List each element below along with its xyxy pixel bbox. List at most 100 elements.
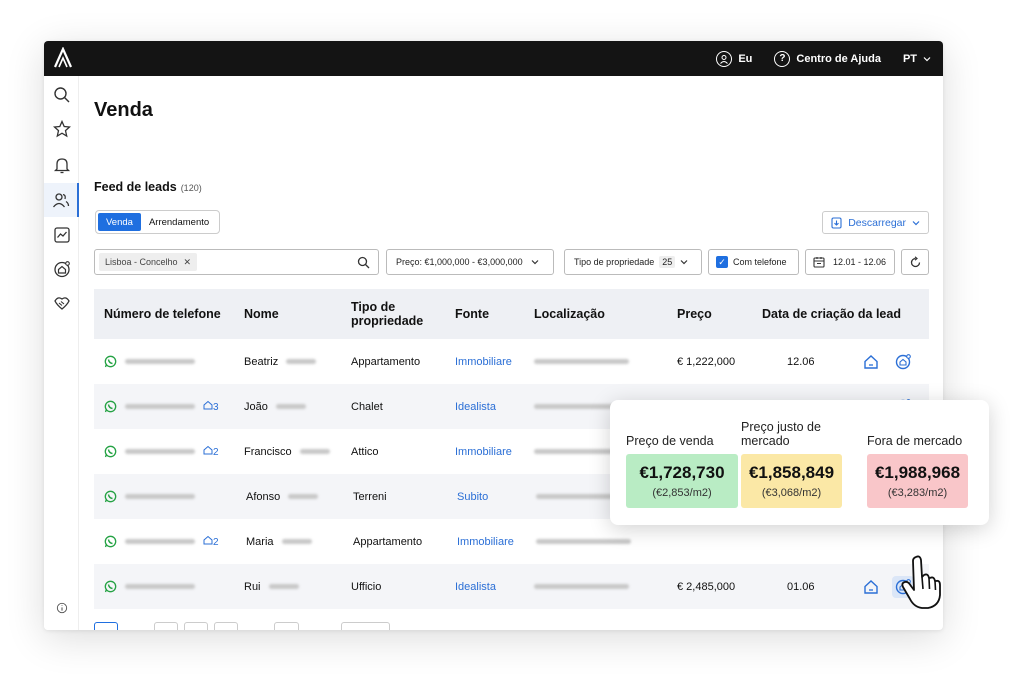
- per-page-select[interactable]: 10: [341, 622, 391, 630]
- logo-icon[interactable]: [53, 47, 73, 69]
- sidebar-item-search[interactable]: [44, 78, 79, 112]
- price-cell: € 2,485,000: [677, 580, 736, 593]
- page-button[interactable]: 12: [274, 622, 300, 630]
- whatsapp-icon[interactable]: [104, 535, 117, 548]
- refresh-button[interactable]: [901, 249, 929, 275]
- tab-arrendamento[interactable]: Arrendamento: [141, 213, 217, 231]
- phone-cell[interactable]: 2: [104, 519, 219, 564]
- column-header[interactable]: Número de telefone: [104, 307, 221, 321]
- app-window: Eu ? Centro de Ajuda PT Venda Feed de le…: [44, 41, 943, 630]
- source-link[interactable]: Subito: [457, 474, 488, 519]
- page-button[interactable]: 1: [94, 622, 118, 630]
- whatsapp-icon[interactable]: [104, 490, 117, 503]
- column-header[interactable]: Fonte: [455, 307, 489, 321]
- house-icon[interactable]: [860, 351, 882, 373]
- property-count[interactable]: 2: [203, 445, 219, 458]
- language-select[interactable]: PT: [903, 53, 917, 65]
- whatsapp-icon[interactable]: [104, 580, 117, 593]
- column-header[interactable]: Preço: [677, 307, 712, 321]
- help-center-link[interactable]: Centro de Ajuda: [796, 53, 881, 65]
- date-range-picker[interactable]: 12.01 - 12.06: [805, 249, 895, 275]
- phone-cell[interactable]: [104, 564, 195, 609]
- help-icon[interactable]: ?: [774, 50, 791, 67]
- sidebar-item-leads[interactable]: [44, 183, 79, 217]
- checkmark-icon[interactable]: ✓: [716, 256, 728, 268]
- house-icon: [203, 445, 213, 458]
- date-cell: 01.06: [787, 580, 815, 593]
- location-search-input[interactable]: Lisboa - Concelho ✕: [94, 249, 379, 275]
- price-filter-select[interactable]: Preço: €1,000,000 - €3,000,000: [386, 249, 554, 275]
- row-actions: [860, 339, 924, 384]
- user-icon[interactable]: [716, 50, 733, 67]
- location-redacted: [534, 359, 629, 364]
- chevron-down-icon: [531, 260, 539, 265]
- sidebar-item-valuation[interactable]: [44, 252, 79, 286]
- property-count[interactable]: 3: [203, 400, 219, 413]
- close-icon[interactable]: ✕: [184, 257, 192, 268]
- phone-number-redacted: [125, 539, 195, 544]
- source-link[interactable]: Idealista: [455, 564, 496, 609]
- chevron-down-icon[interactable]: [923, 56, 931, 62]
- hand-cursor-icon: [901, 555, 941, 609]
- page-button[interactable]: 5: [184, 622, 208, 630]
- house-icon: [203, 400, 213, 413]
- download-button[interactable]: Descarregar: [822, 211, 929, 234]
- page-ellipsis: •••: [244, 622, 268, 631]
- page-button[interactable]: 4: [154, 622, 178, 630]
- tab-venda[interactable]: Venda: [98, 213, 141, 231]
- sidebar-item-notifications[interactable]: [44, 148, 79, 182]
- house-icon: [203, 535, 213, 548]
- whatsapp-icon[interactable]: [104, 445, 117, 458]
- chevron-down-icon: [680, 260, 688, 265]
- chevron-down-icon: [912, 220, 920, 225]
- column-header[interactable]: Nome: [244, 307, 279, 321]
- phone-cell[interactable]: 3: [104, 384, 219, 429]
- location-cell: [534, 339, 629, 384]
- user-label[interactable]: Eu: [738, 53, 752, 65]
- sidebar-item-deals[interactable]: [44, 286, 79, 320]
- source-link[interactable]: Idealista: [455, 384, 496, 429]
- sale-price-box: €1,728,730 (€2,853/m2): [626, 454, 738, 508]
- price-filter-label: Preço: €1,000,000 - €3,000,000: [396, 257, 523, 267]
- phone-cell[interactable]: [104, 339, 195, 384]
- location-cell: [536, 519, 631, 564]
- valuation-icon[interactable]: [892, 351, 914, 373]
- property-type-select[interactable]: Tipo de propriedade 25: [564, 249, 702, 275]
- property-count-value: 3: [213, 402, 219, 413]
- column-header[interactable]: Data de criação da lead: [762, 307, 901, 321]
- search-icon: [53, 87, 69, 103]
- off-market-card: Fora de mercado €1,988,968 (€3,283/m2): [867, 416, 968, 508]
- whatsapp-icon[interactable]: [104, 400, 117, 413]
- lead-name: Rui: [244, 580, 261, 593]
- table-row[interactable]: Beatriz Appartamento Immobiliare € 1,222,00…: [94, 339, 929, 384]
- sidebar-item-info[interactable]: [44, 591, 79, 625]
- lead-name: Afonso: [246, 490, 281, 503]
- phone-cell[interactable]: 2: [104, 429, 219, 474]
- whatsapp-icon[interactable]: [104, 355, 117, 368]
- house-icon[interactable]: [860, 576, 882, 598]
- tab-switcher: Venda Arrendamento: [95, 210, 221, 234]
- source-link[interactable]: Immobiliare: [455, 429, 512, 474]
- property-count[interactable]: 2: [203, 535, 219, 548]
- page-button[interactable]: 6: [214, 622, 238, 630]
- phone-cell[interactable]: [104, 474, 195, 519]
- price-cell: € 1,222,000: [677, 355, 736, 368]
- column-header[interactable]: Tipo de propriedade: [351, 300, 431, 328]
- sidebar-item-favorites[interactable]: [44, 112, 79, 146]
- table-row[interactable]: Rui Ufficio Idealista € 2,485,000 01.06: [94, 564, 929, 609]
- source-link[interactable]: Immobiliare: [457, 519, 514, 564]
- table-row[interactable]: 2 Maria Appartamento Immobiliare: [94, 519, 929, 564]
- with-phone-checkbox[interactable]: ✓ Com telefone: [708, 249, 799, 275]
- chart-icon: [53, 227, 70, 243]
- feed-title: Feed de leads (120): [94, 180, 202, 194]
- source-link[interactable]: Immobiliare: [455, 339, 512, 384]
- phone-number-redacted: [125, 494, 195, 499]
- sidebar-item-analytics[interactable]: [44, 218, 79, 252]
- search-icon[interactable]: [357, 256, 370, 269]
- column-header[interactable]: Localização: [534, 307, 605, 321]
- name-cell: Rui: [244, 564, 299, 609]
- handshake-icon: [53, 297, 70, 310]
- location-chip: Lisboa - Concelho ✕: [99, 253, 198, 271]
- lead-name: Beatriz: [244, 355, 279, 368]
- sale-price-per-m2: (€2,853/m2): [652, 487, 712, 499]
